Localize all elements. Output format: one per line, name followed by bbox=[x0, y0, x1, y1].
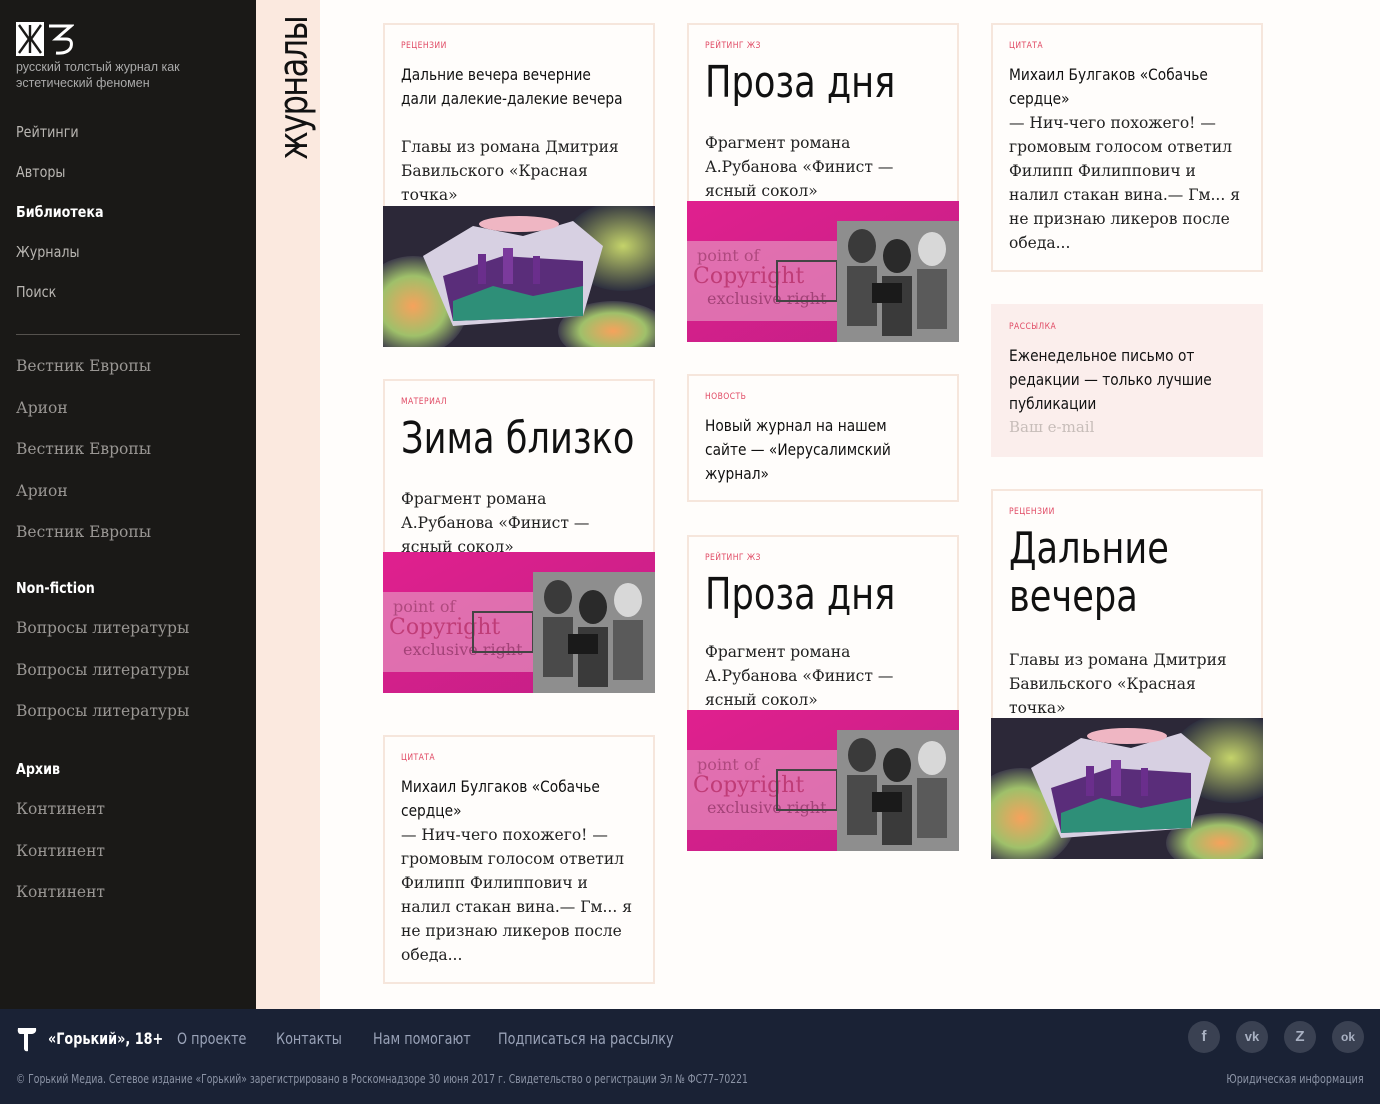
journal-item[interactable]: Континент bbox=[16, 880, 105, 922]
card-description: Фрагмент романа А.Рубанова «Финист — ясн… bbox=[401, 490, 590, 556]
journal-item[interactable]: Вестник Европы bbox=[16, 520, 151, 562]
card-description: Главы из романа Дмитрия Бавильского «Кра… bbox=[1009, 651, 1227, 717]
svg-text:point of: point of bbox=[393, 597, 456, 616]
email-field[interactable] bbox=[1009, 418, 1245, 436]
facebook-icon[interactable]: f bbox=[1188, 1021, 1220, 1053]
footer-legal-link[interactable]: Юридическая информация bbox=[1227, 1072, 1364, 1086]
article-card[interactable]: материал Зима близко Фрагмент романа А.Р… bbox=[383, 379, 655, 693]
newsletter-card: рассылка Еженедельное письмо от редакции… bbox=[991, 304, 1263, 457]
site-tagline: русский толстый журнал как эстетический … bbox=[16, 60, 180, 90]
nav-authors[interactable]: Авторы bbox=[16, 158, 104, 198]
journal-item[interactable]: Арион bbox=[16, 396, 151, 438]
journal-item[interactable]: Вестник Европы bbox=[16, 437, 151, 479]
journal-list-nonfiction: Non-fiction Вопросы литературы Вопросы л… bbox=[16, 576, 189, 741]
svg-text:point of: point of bbox=[697, 246, 760, 265]
card-tag: рецензии bbox=[401, 41, 447, 51]
footer-link-contacts[interactable]: Контакты bbox=[276, 1029, 342, 1048]
card-tag: рейтинг жз bbox=[705, 553, 761, 563]
card-headline[interactable]: Михаил Булгаков «Собачье сердце» bbox=[401, 775, 625, 823]
site-logo[interactable] bbox=[16, 22, 74, 56]
nav-ratings[interactable]: Рейтинги bbox=[16, 118, 104, 158]
article-card[interactable]: рейтинг жз Проза дня Фрагмент романа А.Р… bbox=[687, 23, 959, 342]
card-description: Фрагмент романа А.Рубанова «Финист — ясн… bbox=[705, 643, 894, 709]
card-description: Главы из романа Дмитрия Бавильского «Кра… bbox=[401, 138, 619, 204]
card-description: Фрагмент романа А.Рубанова «Финист — ясн… bbox=[705, 134, 894, 200]
nav-search[interactable]: Поиск bbox=[16, 278, 104, 318]
section-title: журналы bbox=[271, 16, 317, 160]
svg-text:Copyright: Copyright bbox=[693, 264, 804, 289]
newsletter-headline: Еженедельное письмо от редакции — только… bbox=[1009, 346, 1212, 413]
card-tag: рейтинг жз bbox=[705, 41, 761, 51]
card-tag: рецензии bbox=[1009, 507, 1055, 517]
svg-text:exclusive right: exclusive right bbox=[707, 289, 827, 308]
livejournal-icon[interactable]: Z bbox=[1284, 1021, 1316, 1053]
footer-link-subscribe[interactable]: Подписаться на рассылку bbox=[498, 1029, 674, 1048]
card-tag: рассылка bbox=[1009, 322, 1057, 332]
card-tag: цитата bbox=[401, 753, 436, 763]
card-quote: — Нич-чего похожего! — громовым голосом … bbox=[401, 826, 632, 964]
card-headline[interactable]: Дальние вечера вечерние дали далекие-дал… bbox=[401, 63, 625, 111]
article-card[interactable]: рецензии Дальние вечера вечерние дали да… bbox=[383, 23, 655, 347]
article-card[interactable]: рейтинг жз Проза дня Фрагмент романа А.Р… bbox=[687, 535, 959, 851]
journal-list-archive: Архив Континент Континент Континент bbox=[16, 757, 105, 922]
archive-heading[interactable]: Архив bbox=[16, 757, 89, 797]
card-title[interactable]: Дальние вечера bbox=[1009, 525, 1169, 621]
journal-item[interactable]: Вопросы литературы bbox=[16, 658, 189, 700]
svg-text:exclusive right: exclusive right bbox=[403, 640, 523, 659]
journal-item[interactable]: Арион bbox=[16, 479, 151, 521]
card-headline[interactable]: Новый журнал на нашем сайте — «Иерусалим… bbox=[705, 414, 929, 486]
card-illustration: point of Copyright exclusive right bbox=[687, 710, 959, 851]
card-quote: — Нич-чего похожего! — громовым голосом … bbox=[1009, 114, 1240, 252]
nav-journals[interactable]: Журналы bbox=[16, 238, 104, 278]
footer-copyright: © Горький Медиа. Сетевое издание «Горьки… bbox=[16, 1072, 748, 1086]
news-card[interactable]: новость Новый журнал на нашем сайте — «И… bbox=[687, 374, 959, 502]
journal-list-main: Вестник Европы Арион Вестник Европы Арио… bbox=[16, 354, 151, 562]
svg-text:Copyright: Copyright bbox=[693, 773, 804, 798]
card-tag: цитата bbox=[1009, 41, 1044, 51]
journal-item[interactable]: Континент bbox=[16, 839, 105, 881]
nav-library[interactable]: Библиотека bbox=[16, 198, 104, 238]
sidebar-divider bbox=[16, 334, 240, 335]
sidebar: русский толстый журнал как эстетический … bbox=[0, 0, 256, 1009]
quote-card[interactable]: цитата Михаил Булгаков «Собачье сердце» … bbox=[383, 735, 655, 984]
journal-item[interactable]: Вопросы литературы bbox=[16, 616, 189, 658]
footer-link-supporters[interactable]: Нам помогают bbox=[373, 1029, 471, 1048]
card-illustration bbox=[383, 206, 655, 347]
card-tag: материал bbox=[401, 397, 448, 407]
nonfiction-heading[interactable]: Non-fiction bbox=[16, 576, 158, 616]
svg-text:point of: point of bbox=[697, 755, 760, 774]
footer-link-about[interactable]: О проекте bbox=[177, 1029, 246, 1048]
card-illustration: point of Copyright exclusive right bbox=[687, 201, 959, 342]
footer-brand[interactable]: «Горький», 18+ bbox=[48, 1029, 163, 1048]
odnoklassniki-icon[interactable]: ok bbox=[1332, 1021, 1364, 1053]
journal-item[interactable]: Вопросы литературы bbox=[16, 699, 189, 741]
card-title[interactable]: Зима близко bbox=[401, 415, 641, 463]
vk-icon[interactable]: vk bbox=[1236, 1021, 1268, 1053]
article-card[interactable]: рецензии Дальние вечера Главы из романа … bbox=[991, 489, 1263, 859]
card-headline[interactable]: Михаил Булгаков «Собачье сердце» bbox=[1009, 63, 1233, 111]
card-illustration: point of Copyright exclusive right bbox=[383, 552, 655, 693]
card-illustration bbox=[991, 718, 1263, 859]
card-tag: новость bbox=[705, 392, 747, 402]
journal-item[interactable]: Континент bbox=[16, 797, 105, 839]
journal-item[interactable]: Вестник Европы bbox=[16, 354, 151, 396]
svg-text:exclusive right: exclusive right bbox=[707, 798, 827, 817]
site-footer: «Горький», 18+ О проекте Контакты Нам по… bbox=[0, 1009, 1380, 1104]
svg-text:Copyright: Copyright bbox=[389, 615, 500, 640]
card-title[interactable]: Проза дня bbox=[705, 59, 945, 107]
main-nav: Рейтинги Авторы Библиотека Журналы Поиск bbox=[16, 118, 123, 318]
card-title[interactable]: Проза дня bbox=[705, 571, 945, 619]
quote-card[interactable]: цитата Михаил Булгаков «Собачье сердце» … bbox=[991, 23, 1263, 272]
gorky-logo-icon[interactable] bbox=[16, 1025, 38, 1053]
